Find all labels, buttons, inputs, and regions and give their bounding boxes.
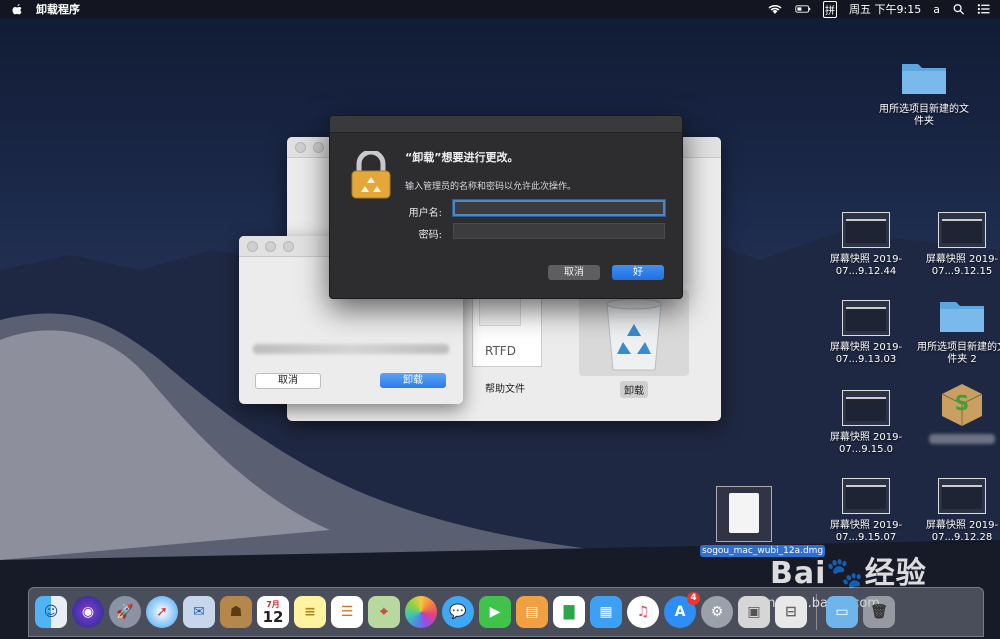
music-icon[interactable]: ♫ [627, 596, 659, 628]
help-files-label: 帮助文件 [485, 384, 525, 395]
trash-icon[interactable]: 🗑 [863, 596, 895, 628]
messages-icon[interactable]: 💬 [442, 596, 474, 628]
desktop-item-label: 屏幕快照 2019-07...9.15.07 [829, 520, 903, 543]
disk-image-icon [716, 486, 772, 542]
password-label: 密码: [418, 230, 442, 241]
username-input[interactable] [453, 200, 665, 216]
watermark-brand-suffix: 经验 [864, 556, 927, 591]
keynote2-icon[interactable]: ▦ [590, 596, 622, 628]
spotlight-search-icon[interactable] [952, 3, 965, 15]
dialog-subtitle: 输入管理员的名称和密码以允许此次操作。 [405, 182, 577, 192]
cancel-button[interactable]: 取消 [255, 373, 321, 389]
facetime-icon[interactable]: ▶ [479, 596, 511, 628]
desktop-item-label: 用所选项目新建的文件夹 [879, 104, 969, 127]
contacts-icon[interactable]: ☗ [220, 596, 252, 628]
dock: ☺ ◉ 🚀 ➚ ✉ ☗ 7月 12 ≡ ☰ ⌖ 💬 ▶ ▤ ▇ ▦ ♫ A 4 … [28, 587, 984, 637]
appstore-icon[interactable]: A 4 [664, 592, 700, 628]
close-window-button[interactable] [247, 240, 258, 252]
active-app-name[interactable]: 卸载程序 [36, 1, 80, 17]
appstore-badge: 4 [687, 592, 700, 605]
folder-icon[interactable]: ▭ [826, 596, 858, 628]
desktop-folder[interactable]: 用所选项目新建的文件夹 [876, 58, 972, 128]
folder-icon [902, 64, 946, 94]
screenshot-thumbnail-icon [938, 478, 986, 514]
dock-separator [816, 594, 817, 630]
launchpad-icon[interactable]: 🚀 [109, 596, 141, 628]
screenshot-thumbnail-icon [842, 212, 890, 248]
folder-icon [940, 302, 984, 332]
screenshot-thumbnail-icon [842, 300, 890, 336]
trash-recycle-icon [606, 298, 662, 371]
desktop-screenshot[interactable]: 屏幕快照 2019-07...9.13.03 [818, 300, 914, 366]
watermark-brand: Bai [770, 556, 827, 591]
baidu-watermark: Bai🐾经验 [770, 548, 927, 592]
maps-icon[interactable]: ⌖ [368, 596, 400, 628]
ok-button[interactable]: 好 [612, 265, 664, 280]
preview-icon[interactable]: ▣ [738, 596, 770, 628]
apple-menu-icon[interactable] [10, 2, 24, 16]
wifi-icon[interactable] [767, 3, 783, 15]
sogou-package-icon: S [941, 384, 983, 426]
screenshot-thumbnail-icon [842, 390, 890, 426]
desktop-item-label: 用所选项目新建的文件夹 2 [917, 342, 1000, 365]
mail-icon[interactable]: ✉ [183, 596, 215, 628]
calendar-day: 12 [262, 607, 284, 626]
blurred-message [253, 344, 449, 354]
screenshot-thumbnail-icon [938, 212, 986, 248]
input-method-indicator[interactable]: 拼 [823, 0, 838, 18]
password-input[interactable] [453, 223, 665, 239]
safari-icon[interactable]: ➚ [146, 596, 178, 628]
calendar-icon[interactable]: 7月 12 [257, 596, 289, 628]
desktop-screenshot[interactable]: 屏幕快照 2019-07...9.12.28 [914, 478, 1000, 544]
desktop-item-label: 屏幕快照 2019-07...9.15.0 [829, 432, 903, 455]
dialog-title: “卸载”想要进行更改。 [405, 151, 519, 164]
numbers-icon[interactable]: ▇ [553, 596, 585, 628]
zoom-window-button[interactable] [283, 240, 294, 252]
desktop-screenshot[interactable]: 屏幕快照 2019-07...9.12.15 [914, 212, 1000, 278]
desktop-item-label: 屏幕快照 2019-07...9.12.28 [925, 520, 999, 543]
user-menu[interactable]: a [933, 3, 940, 16]
help-document-icon[interactable]: RTFD [472, 287, 542, 367]
preferences-icon[interactable]: ⚙ [701, 596, 733, 628]
uninstall-trash-target[interactable] [579, 290, 689, 376]
menu-clock[interactable]: 周五 下午9:15 [849, 1, 921, 17]
dialog-titlebar [330, 116, 682, 133]
uninstall-label: 卸载 [620, 381, 648, 398]
minimize-window-button[interactable] [313, 141, 324, 153]
notes-icon[interactable]: ≡ [294, 596, 326, 628]
battery-icon[interactable] [795, 3, 811, 15]
cancel-button[interactable]: 取消 [548, 265, 600, 280]
desktop-screenshot[interactable]: 屏幕快照 2019-07...9.12.44 [818, 212, 914, 278]
desktop-dmg-file[interactable]: sogou_mac_wubi_12a.dmg [700, 486, 826, 557]
reminders-icon[interactable]: ☰ [331, 596, 363, 628]
blurred-label [929, 434, 995, 444]
menu-bar: 卸载程序 拼 周五 下午9:15 a [0, 0, 1000, 18]
photos-icon[interactable] [405, 596, 437, 628]
desktop-sogou-installer[interactable]: S [914, 382, 1000, 444]
desktop-folder[interactable]: 用所选项目新建的文件夹 2 [914, 296, 1000, 366]
paw-icon: 🐾 [826, 556, 865, 591]
uninstall-button[interactable]: 卸载 [380, 373, 446, 388]
minimize-window-button[interactable] [265, 240, 276, 252]
close-window-button[interactable] [295, 141, 306, 153]
desktop-item-label: 屏幕快照 2019-07...9.12.44 [829, 254, 903, 277]
padlock-icon [351, 151, 391, 199]
username-label: 用户名: [408, 208, 442, 219]
siri-icon[interactable]: ◉ [72, 596, 104, 628]
desktop-screenshot[interactable]: 屏幕快照 2019-07...9.15.07 [818, 478, 914, 544]
screenshot-thumbnail-icon [842, 478, 890, 514]
archive-icon[interactable]: ⊟ [775, 596, 807, 628]
authorization-dialog: “卸载”想要进行更改。 输入管理员的名称和密码以允许此次操作。 用户名: 密码:… [329, 115, 683, 299]
rtfd-tag: RTFD [485, 344, 516, 358]
desktop-screenshot[interactable]: 屏幕快照 2019-07...9.15.0 [818, 390, 914, 456]
finder-icon[interactable]: ☺ [35, 596, 67, 628]
notification-center-icon[interactable] [977, 3, 990, 15]
svg-text:S: S [955, 391, 969, 415]
desktop-item-label: 屏幕快照 2019-07...9.13.03 [829, 342, 903, 365]
keynote-icon[interactable]: ▤ [516, 596, 548, 628]
desktop-item-label: 屏幕快照 2019-07...9.12.15 [925, 254, 999, 277]
